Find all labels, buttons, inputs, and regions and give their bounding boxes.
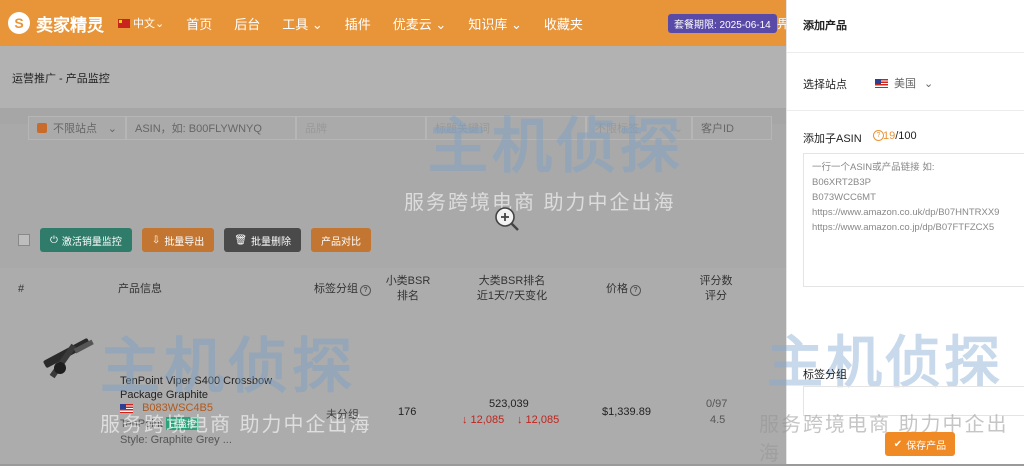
nav-plugins[interactable]: 插件 [345, 14, 371, 33]
site-icon [37, 123, 47, 133]
site-filter-label: 不限站点 [53, 123, 97, 135]
nav-knowledge[interactable]: 知识库 ⌄ [468, 14, 522, 33]
nav-tools-label: 工具 [282, 16, 309, 32]
site-select-value: 美国 [894, 78, 916, 90]
nav-home[interactable]: 首页 [186, 14, 212, 33]
export-icon: ⇩ [151, 234, 161, 246]
activate-monitor-button[interactable]: ⏻ 激活销量监控 [40, 228, 132, 252]
nav-knowledge-label: 知识库 [468, 16, 508, 32]
bsr-change-1d: ↓ 12,085 [462, 414, 505, 426]
site-filter[interactable]: 不限站点 ⌄ [28, 116, 126, 140]
asin-textarea[interactable]: 一行一个ASIN或产品链接 如: B06XRT2B3P B073WCC6MT h… [803, 153, 1024, 287]
asin-count-max: /100 [895, 130, 917, 142]
batch-delete-button[interactable]: 🗑 批量删除 [224, 228, 302, 252]
site-select[interactable]: 美国 ⌄ [875, 75, 933, 91]
select-all-checkbox[interactable] [18, 234, 30, 246]
save-product-label: 保存产品 [906, 440, 947, 452]
batch-export-button[interactable]: ⇩ 批量导出 [141, 228, 215, 252]
drawer-title: 添加产品 [803, 20, 847, 32]
tag-group[interactable]: 未分组 [326, 406, 359, 422]
language-label: 中文 [133, 18, 155, 30]
tag-group-input[interactable] [803, 386, 1024, 416]
us-flag-icon [120, 403, 133, 413]
nav-tools[interactable]: 工具 ⌄ [282, 14, 323, 33]
zoom-in-icon[interactable] [494, 206, 520, 232]
product-style: Style: Graphite Grey ... [120, 434, 232, 446]
product-title[interactable]: TenPoint Viper S400 Crossbow Package Gra… [120, 374, 280, 402]
top-nav: S 卖家精灵 中文 ⌄ 首页 后台 工具 ⌄ 插件 优麦云 ⌄ 知识库 ⌄ 收藏… [0, 0, 789, 46]
small-bsr: 176 [398, 406, 417, 418]
table-header: # 产品信息 标签分组? 小类BSR 排名 大类BSR排名 近1天/7天变化 价… [0, 274, 786, 324]
add-product-drawer: 添加产品 选择站点 美国 ⌄ 添加子ASIN ? 19/100 一行一个ASIN… [759, 0, 1024, 465]
chevron-down-icon: ⌄ [107, 122, 117, 135]
save-product-button[interactable]: ✔ 保存产品 [885, 432, 955, 456]
col-big-bsr[interactable]: 大类BSR排名 近1天/7天变化 [466, 274, 558, 304]
nav-backend[interactable]: 后台 [234, 14, 260, 33]
logo-icon: S [8, 12, 30, 34]
filter-bar: 不限站点 ⌄ ASIN，如: B00FLYWNYQ 品牌 标题关键词 不限标签 … [28, 116, 772, 142]
site-label: 选择站点 [803, 79, 847, 91]
col-tag-label: 标签分组 [314, 283, 358, 295]
customer-id-input[interactable]: 客户ID [692, 116, 772, 140]
col-index: # [18, 283, 25, 295]
asin-input[interactable]: ASIN，如: B00FLYWNYQ [126, 116, 296, 140]
trash-icon: 🗑 [234, 234, 248, 246]
nav-youmaiyun[interactable]: 优麦云 ⌄ [393, 14, 447, 33]
plan-expiry-badge: 套餐期限: 2025-06-14 [668, 14, 777, 33]
batch-export-label: 批量导出 [164, 236, 205, 248]
rating-count: 0/97 [706, 398, 728, 410]
chevron-down-icon: ⌄ [924, 77, 934, 90]
big-bsr: 523,039 [489, 398, 529, 410]
chevron-down-icon: ⌄ [155, 17, 165, 30]
tag-filter-label: 不限标签 [595, 123, 639, 135]
product-asin[interactable]: B083WSC4B5 [142, 402, 213, 414]
tag-group-label: 标签分组 [803, 369, 847, 381]
language-select[interactable]: 中文 ⌄ [118, 15, 164, 31]
product-brand: TenPoint [120, 418, 163, 430]
us-flag-icon [875, 78, 888, 88]
rating: 4.5 [710, 414, 726, 426]
col-product: 产品信息 [118, 283, 162, 295]
help-icon: ? [360, 285, 371, 296]
tag-filter[interactable]: 不限标签 ⌄ [586, 116, 692, 140]
product-price: $1,339.89 [602, 406, 651, 418]
breadcrumb-bar: 运营推广 - 产品监控 [0, 46, 786, 108]
activate-monitor-label: 激活销量监控 [61, 236, 122, 248]
asin-label: 添加子ASIN [803, 133, 862, 145]
product-compare-button[interactable]: 产品对比 [311, 228, 372, 252]
col-tag: 标签分组? [314, 282, 371, 297]
asin-counter: 19/100 [883, 130, 917, 142]
monitor-badge: 已监控 [166, 417, 200, 430]
check-icon: ✔ [893, 438, 903, 450]
asin-row: B083WSC4B5 [120, 402, 213, 414]
col-price-label: 价格 [606, 283, 628, 295]
china-flag-icon [118, 18, 130, 28]
divider [787, 52, 1024, 53]
divider [787, 110, 1024, 111]
chevron-down-icon: ⌄ [673, 122, 683, 135]
nav-youmaiyun-label: 优麦云 [392, 16, 432, 32]
col-small-bsr[interactable]: 小类BSR 排名 [382, 274, 434, 304]
breadcrumb: 运营推广 - 产品监控 [12, 73, 110, 85]
col-rating[interactable]: 评分数 评分 [696, 274, 736, 304]
nav-favorites[interactable]: 收藏夹 [544, 14, 583, 33]
title-keyword-input[interactable]: 标题关键词 [426, 116, 586, 140]
asin-count-current: 19 [883, 130, 896, 142]
power-icon: ⏻ [50, 234, 58, 246]
batch-delete-label: 批量删除 [251, 236, 292, 248]
help-icon: ? [630, 285, 641, 296]
col-price[interactable]: 价格? [606, 282, 641, 297]
logo-text: 卖家精灵 [36, 15, 104, 35]
brand-input[interactable]: 品牌 [296, 116, 426, 140]
action-bar: ⏻ 激活销量监控 ⇩ 批量导出 🗑 批量删除 产品对比 [18, 228, 381, 252]
main-app: S 卖家精灵 中文 ⌄ 首页 后台 工具 ⌄ 插件 优麦云 ⌄ 知识库 ⌄ 收藏… [0, 0, 789, 464]
bsr-change-7d: ↓ 12,085 [517, 414, 560, 426]
table-row[interactable]: TenPoint Viper S400 Crossbow Package Gra… [0, 324, 786, 446]
logo[interactable]: S 卖家精灵 [8, 11, 104, 36]
product-image [43, 338, 94, 379]
